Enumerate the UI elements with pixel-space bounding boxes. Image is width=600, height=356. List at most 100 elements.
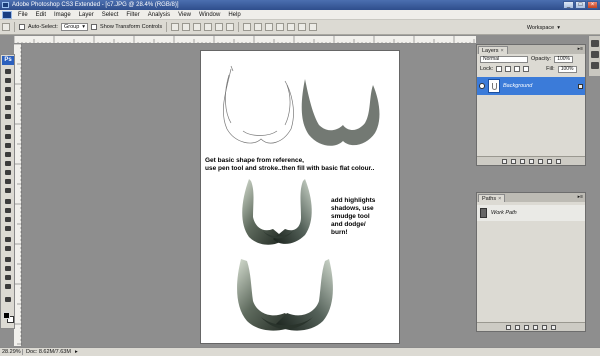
gradient-tool-icon[interactable] [3, 169, 13, 176]
panel-menu-icon[interactable]: ▸≡ [578, 46, 583, 52]
zoom-tool-icon[interactable] [3, 283, 13, 290]
menu-edit[interactable]: Edit [32, 10, 50, 20]
trash-icon[interactable] [555, 158, 561, 164]
menu-filter[interactable]: Filter [122, 10, 143, 20]
caption-line: use pen tool and stroke..then fill with … [205, 165, 375, 172]
lock-all-icon[interactable] [523, 66, 530, 72]
layer-row-background[interactable]: Background [477, 77, 585, 95]
notes-tool-icon[interactable] [3, 256, 13, 263]
close-icon[interactable]: × [501, 47, 504, 54]
panel-menu-icon[interactable]: ▸≡ [578, 194, 583, 200]
menu-layer[interactable]: Layer [75, 10, 98, 20]
align-hcenter-icon[interactable] [215, 23, 224, 31]
3d-rotate-icon[interactable] [3, 236, 13, 243]
marquee-tool-icon[interactable] [3, 77, 13, 84]
swap-colors-icon[interactable] [3, 296, 13, 303]
eraser-tool-icon[interactable] [3, 160, 13, 167]
magic-wand-icon[interactable] [3, 95, 13, 102]
fill-input[interactable]: 100% [557, 65, 577, 73]
zoom-level[interactable]: 28.29% [0, 349, 22, 355]
align-vcenter-icon[interactable] [182, 23, 191, 31]
foreground-color-swatch[interactable] [3, 312, 10, 319]
horizontal-ruler[interactable] [14, 36, 476, 44]
lock-pixels-icon[interactable] [505, 66, 512, 72]
divider [166, 22, 168, 32]
menu-analysis[interactable]: Analysis [144, 10, 174, 20]
new-path-icon[interactable] [542, 324, 547, 330]
hand-tool-icon[interactable] [3, 274, 13, 281]
move-tool-preset-icon[interactable] [2, 23, 10, 31]
workspace-menu[interactable]: Workspace ▾ [527, 23, 560, 32]
close-button[interactable]: × [587, 1, 598, 9]
trash-icon[interactable] [551, 324, 556, 330]
status-bar: 28.29% Doc: 8.62M/7.63M ▸ [0, 347, 600, 356]
distribute-hcenter-icon[interactable] [287, 23, 296, 31]
auto-select-checkbox[interactable] [19, 24, 25, 30]
distribute-vcenter-icon[interactable] [254, 23, 263, 31]
caption-line: burn! [331, 229, 348, 236]
type-tool-icon[interactable] [3, 207, 13, 214]
load-selection-icon[interactable] [524, 324, 529, 330]
stroke-path-icon[interactable] [515, 324, 520, 330]
path-row-work-path[interactable]: Work Path [477, 205, 585, 221]
distribute-right-icon[interactable] [298, 23, 307, 31]
eyedropper-icon[interactable] [3, 265, 13, 272]
navigator-panel-icon[interactable] [591, 40, 599, 47]
lock-position-icon[interactable] [514, 66, 521, 72]
history-panel-icon[interactable] [591, 51, 599, 58]
align-bottom-icon[interactable] [193, 23, 202, 31]
auto-align-icon[interactable] [309, 23, 318, 31]
new-layer-icon[interactable] [546, 158, 552, 164]
menu-select[interactable]: Select [98, 10, 123, 20]
minimize-button[interactable]: _ [563, 1, 574, 9]
slice-tool-icon[interactable] [3, 113, 13, 120]
opacity-input[interactable]: 100% [554, 55, 573, 63]
brush-tool-icon[interactable] [3, 133, 13, 140]
status-menu-arrow-icon[interactable]: ▸ [75, 349, 78, 355]
show-transform-checkbox[interactable] [91, 24, 98, 30]
align-left-icon[interactable] [204, 23, 213, 31]
menu-window[interactable]: Window [195, 10, 224, 20]
menu-view[interactable]: View [174, 10, 195, 20]
new-group-icon[interactable] [537, 158, 543, 164]
crop-tool-icon[interactable] [3, 104, 13, 111]
path-selection-icon[interactable] [3, 216, 13, 223]
maximize-button[interactable]: □ [575, 1, 586, 9]
dodge-tool-icon[interactable] [3, 187, 13, 194]
ps-menu-icon[interactable] [2, 10, 12, 19]
layer-style-icon[interactable] [510, 158, 516, 164]
adjustment-layer-icon[interactable] [528, 158, 534, 164]
clone-stamp-icon[interactable] [3, 142, 13, 149]
eye-icon[interactable] [479, 83, 485, 89]
healing-brush-icon[interactable] [3, 124, 13, 131]
distribute-left-icon[interactable] [276, 23, 285, 31]
auto-select-dropdown[interactable]: Group ▾ [60, 23, 89, 31]
menu-help[interactable]: Help [224, 10, 244, 20]
tab-paths[interactable]: Paths × [478, 194, 506, 202]
shape-tool-icon[interactable] [3, 225, 13, 232]
align-top-icon[interactable] [171, 23, 180, 31]
layer-mask-icon[interactable] [519, 158, 525, 164]
close-icon[interactable]: × [498, 195, 501, 202]
link-layers-icon[interactable] [501, 158, 507, 164]
history-brush-icon[interactable] [3, 151, 13, 158]
align-right-icon[interactable] [226, 23, 235, 31]
make-work-path-icon[interactable] [533, 324, 538, 330]
lasso-tool-icon[interactable] [3, 86, 13, 93]
actions-panel-icon[interactable] [591, 62, 599, 69]
fill-path-icon[interactable] [506, 324, 511, 330]
pen-tool-icon[interactable] [3, 198, 13, 205]
menu-file[interactable]: File [14, 10, 32, 20]
menu-image[interactable]: Image [50, 10, 75, 20]
vertical-ruler[interactable] [14, 43, 22, 346]
window-title: Adobe Photoshop CS3 Extended - [c7.JPG @… [12, 2, 179, 8]
document-canvas[interactable]: Get basic shape from reference, use pen … [200, 50, 400, 344]
blend-mode-dropdown[interactable]: Normal [480, 55, 528, 63]
move-tool-icon[interactable] [3, 68, 13, 75]
blur-tool-icon[interactable] [3, 178, 13, 185]
3d-orbit-icon[interactable] [3, 245, 13, 252]
distribute-top-icon[interactable] [243, 23, 252, 31]
distribute-bottom-icon[interactable] [265, 23, 274, 31]
lock-transparency-icon[interactable] [496, 66, 503, 72]
tab-layers[interactable]: Layers × [478, 46, 508, 54]
